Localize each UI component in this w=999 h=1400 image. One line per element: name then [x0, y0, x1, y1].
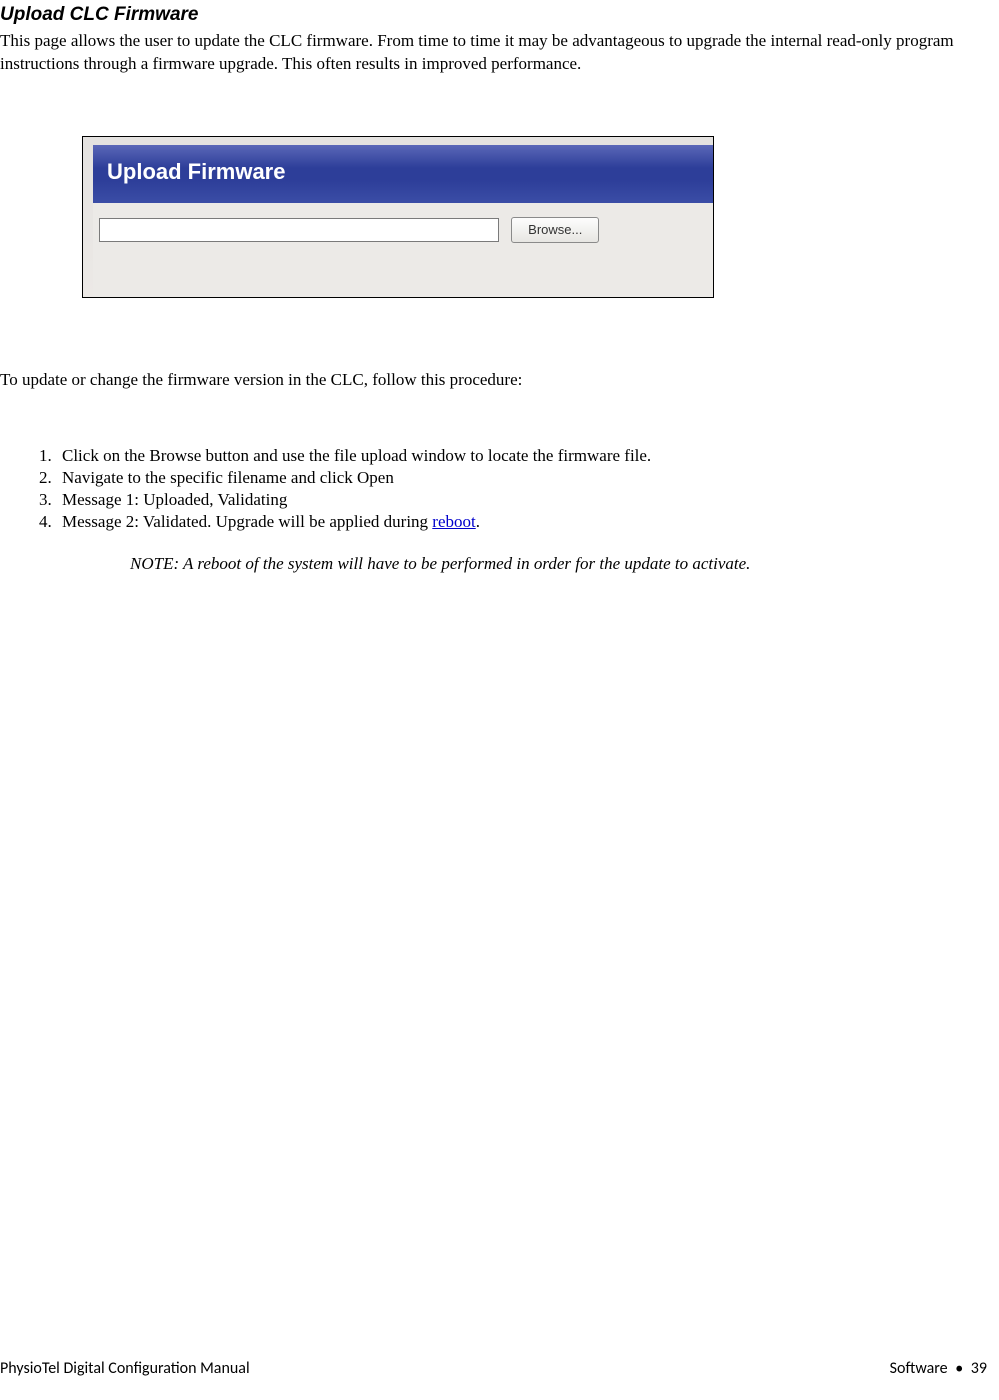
step-1: Click on the Browse button and use the f… [56, 446, 999, 466]
step-3: Message 1: Uploaded, Validating [56, 490, 999, 510]
upload-firmware-screenshot: Upload Firmware Browse... [82, 136, 714, 298]
step-2: Navigate to the specific filename and cl… [56, 468, 999, 488]
note-text: NOTE: A reboot of the system will have t… [130, 554, 999, 574]
procedure-steps: Click on the Browse button and use the f… [26, 446, 999, 532]
footer-page-number: 39 [971, 1359, 987, 1378]
step-4: Message 2: Validated. Upgrade will be ap… [56, 512, 999, 532]
section-heading: Upload CLC Firmware [0, 4, 999, 26]
browse-button[interactable]: Browse... [511, 217, 599, 243]
screenshot-body: Browse... [93, 203, 713, 297]
step-4-pre: Message 2: Validated. Upgrade will be ap… [62, 512, 432, 531]
footer-right: Software • 39 [890, 1359, 987, 1378]
footer-bullet-icon: • [955, 1359, 963, 1378]
page-footer: PhysioTel Digital Configuration Manual S… [0, 1359, 987, 1378]
screenshot-title: Upload Firmware [93, 145, 713, 203]
step-4-post: . [476, 512, 480, 531]
footer-section: Software [890, 1359, 948, 1378]
intro-paragraph: This page allows the user to update the … [0, 30, 999, 76]
footer-left: PhysioTel Digital Configuration Manual [0, 1359, 250, 1378]
reboot-link[interactable]: reboot [432, 512, 475, 531]
procedure-intro: To update or change the firmware version… [0, 370, 999, 390]
file-path-input[interactable] [99, 218, 499, 242]
